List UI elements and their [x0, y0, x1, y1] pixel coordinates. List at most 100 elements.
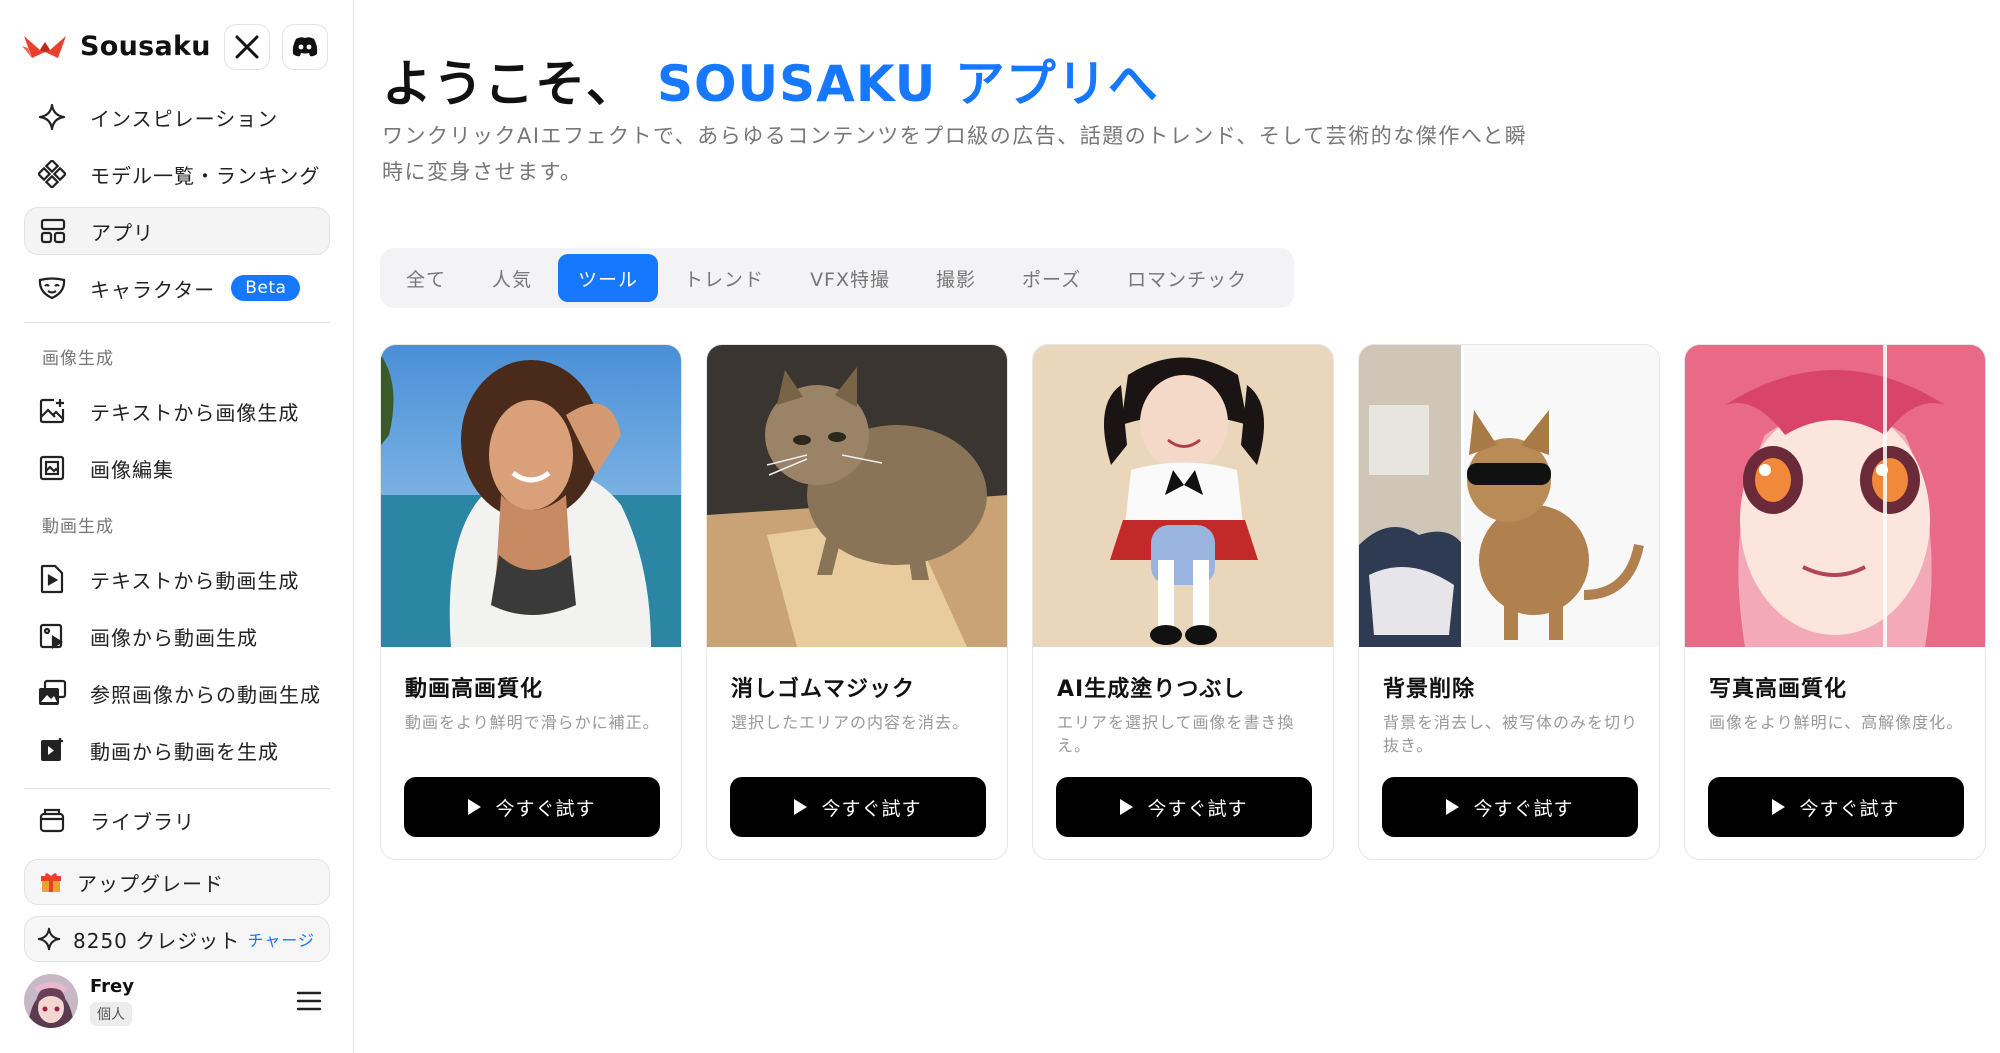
button-label: 今すぐ試す — [821, 797, 922, 820]
app-layout-icon — [27, 207, 79, 255]
credits-label: 8250 クレジット — [73, 928, 241, 953]
discord-icon — [292, 37, 318, 57]
nav-apps[interactable]: アプリ — [24, 207, 330, 255]
nav-label: テキストから動画生成 — [90, 568, 300, 593]
nav-text-to-video[interactable]: テキストから動画生成 — [24, 555, 330, 603]
play-icon — [1120, 799, 1134, 815]
reference-images-icon — [26, 669, 78, 717]
play-icon — [468, 799, 482, 815]
avatar — [24, 974, 78, 1028]
tab-popular[interactable]: 人気 — [472, 254, 552, 302]
nav-reference-to-video[interactable]: 参照画像からの動画生成 — [24, 669, 330, 717]
button-label: 今すぐ試す — [1799, 797, 1900, 820]
user-profile[interactable]: Frey 個人 — [24, 972, 330, 1030]
nav-models-ranking[interactable]: モデル一覧・ランキング — [24, 150, 330, 198]
brand[interactable]: Sousaku — [22, 26, 211, 66]
nav-label: 画像編集 — [90, 457, 174, 482]
nav-video-to-video[interactable]: 動画から動画を生成 — [24, 726, 330, 774]
beta-badge: Beta — [231, 275, 301, 301]
card-title: 写真高画質化 — [1709, 677, 1848, 702]
card-thumbnail — [707, 345, 1007, 647]
divider — [24, 788, 330, 789]
plan-badge: 個人 — [90, 1002, 132, 1026]
nav-label: ライブラリ — [90, 809, 195, 834]
image-add-icon — [26, 387, 78, 435]
try-now-button[interactable]: 今すぐ試す — [1056, 777, 1312, 837]
tab-pose[interactable]: ポーズ — [1002, 254, 1101, 302]
card-thumbnail — [1685, 345, 1985, 647]
nav-label: キャラクター — [90, 277, 216, 302]
nav-label: アプリ — [91, 220, 154, 245]
section-image-generation: 画像生成 — [42, 349, 114, 369]
x-social-button[interactable] — [224, 24, 270, 70]
card-title: AI生成塗りつぶし — [1057, 677, 1246, 702]
card-description: エリアを選択して画像を書き換え。 — [1057, 713, 1295, 755]
category-tabs: 全て 人気 ツール トレンド VFX特撮 撮影 ポーズ ロマンチック — [380, 248, 1294, 308]
nav-image-edit[interactable]: 画像編集 — [24, 444, 330, 492]
upgrade-button[interactable]: アップグレード — [24, 859, 330, 905]
tab-photography[interactable]: 撮影 — [916, 254, 996, 302]
card-thumbnail — [381, 345, 681, 647]
app-card-photo-upscale[interactable]: 写真高画質化 画像をより鮮明に、高解像度化。 今すぐ試す — [1684, 344, 1986, 860]
card-description: 画像をより鮮明に、高解像度化。 — [1709, 713, 1964, 732]
nav-label: モデル一覧・ランキング — [90, 163, 321, 188]
divider — [24, 322, 330, 323]
try-now-button[interactable]: 今すぐ試す — [404, 777, 660, 837]
mask-icon — [26, 264, 78, 312]
page-title: ようこそ、 SOUSAKU アプリへ — [382, 44, 1159, 116]
nav-label: インスピレーション — [90, 106, 279, 131]
discord-button[interactable] — [282, 24, 328, 70]
upgrade-label: アップグレード — [77, 871, 224, 896]
button-label: 今すぐ試す — [1147, 797, 1248, 820]
nav-label: 画像から動画生成 — [90, 625, 258, 650]
charge-link[interactable]: チャージ — [247, 927, 315, 951]
app-card-generative-fill[interactable]: AI生成塗りつぶし エリアを選択して画像を書き換え。 今すぐ試す — [1032, 344, 1334, 860]
nav-library[interactable]: ライブラリ — [24, 796, 330, 844]
tab-trend[interactable]: トレンド — [664, 254, 784, 302]
button-label: 今すぐ試す — [495, 797, 596, 820]
try-now-button[interactable]: 今すぐ試す — [1708, 777, 1964, 837]
user-name: Frey — [90, 976, 134, 997]
video-to-video-icon — [26, 726, 78, 774]
credits-pill: 8250 クレジット チャージ — [24, 916, 330, 962]
play-icon — [794, 799, 808, 815]
library-icon — [26, 796, 78, 844]
nav-characters[interactable]: キャラクター Beta — [24, 264, 330, 312]
x-logo-icon — [235, 35, 259, 59]
card-description: 背景を消去し、被写体のみを切り抜き。 — [1383, 713, 1639, 755]
sidebar: Sousaku インスピレーション モデル一覧・ランキング アプリ キャラクター… — [0, 0, 354, 1053]
menu-button[interactable] — [294, 986, 324, 1016]
play-icon — [1446, 799, 1460, 815]
nav-label: 動画から動画を生成 — [90, 739, 279, 764]
tab-all[interactable]: 全て — [386, 254, 466, 302]
tab-tools[interactable]: ツール — [558, 254, 659, 302]
video-file-icon — [26, 555, 78, 603]
app-card-background-removal[interactable]: 背景削除 背景を消去し、被写体のみを切り抜き。 今すぐ試す — [1358, 344, 1660, 860]
image-to-video-icon — [26, 612, 78, 660]
app-card-video-upscale[interactable]: 動画高画質化 動画をより鮮明で滑らかに補正。 今すぐ試す — [380, 344, 682, 860]
nav-text-to-image[interactable]: テキストから画像生成 — [24, 387, 330, 435]
origami-crane-icon — [22, 36, 66, 58]
try-now-button[interactable]: 今すぐ試す — [730, 777, 986, 837]
nav-image-to-video[interactable]: 画像から動画生成 — [24, 612, 330, 660]
diamond-grid-icon — [26, 150, 78, 198]
tab-vfx[interactable]: VFX特撮 — [790, 254, 910, 302]
section-video-generation: 動画生成 — [42, 517, 114, 537]
app-card-magic-eraser[interactable]: 消しゴムマジック 選択したエリアの内容を消去。 今すぐ試す — [706, 344, 1008, 860]
gift-icon — [25, 871, 77, 893]
tab-romantic[interactable]: ロマンチック — [1107, 254, 1267, 302]
nav-label: テキストから画像生成 — [90, 400, 300, 425]
card-title: 動画高画質化 — [405, 677, 544, 702]
page-description: ワンクリックAIエフェクトで、あらゆるコンテンツをプロ級の広告、話題のトレンド、… — [382, 124, 1528, 184]
card-thumbnail — [1033, 345, 1333, 647]
card-description: 動画をより鮮明で滑らかに補正。 — [405, 713, 660, 732]
sparkle-icon — [26, 93, 78, 141]
title-accent: SOUSAKU アプリへ — [657, 55, 1159, 113]
nav-inspiration[interactable]: インスピレーション — [24, 93, 330, 141]
image-edit-icon — [26, 444, 78, 492]
try-now-button[interactable]: 今すぐ試す — [1382, 777, 1638, 837]
card-thumbnail — [1359, 345, 1659, 647]
brand-name: Sousaku — [80, 30, 211, 62]
sparkle-icon — [25, 927, 73, 951]
nav-label: 参照画像からの動画生成 — [90, 682, 321, 707]
